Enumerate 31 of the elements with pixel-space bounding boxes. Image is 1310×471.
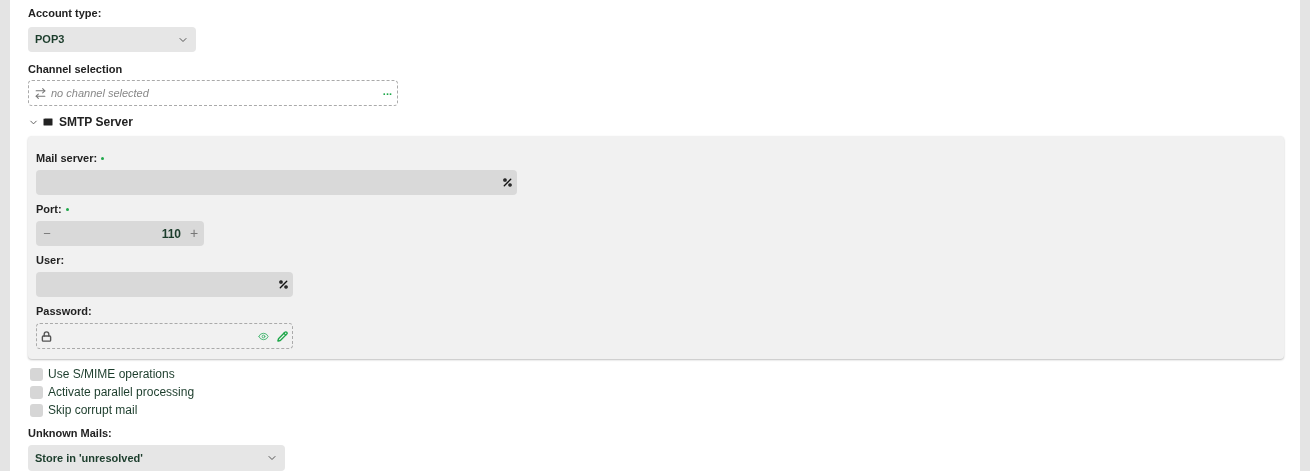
percent-icon [502, 177, 513, 188]
field-label: Password: [36, 303, 92, 319]
account-type-select[interactable]: POP3 [28, 27, 196, 52]
field-label: Mail server: [36, 150, 98, 166]
increment-button[interactable]: + [184, 223, 204, 244]
checkbox-label: Activate parallel processing [48, 384, 195, 401]
more-button[interactable]: ... [382, 85, 392, 101]
input-field[interactable] [36, 170, 517, 195]
checkbox-label: Skip corrupt mail [48, 402, 138, 419]
input-field[interactable] [36, 272, 293, 297]
section-title: SMTP Server [59, 114, 133, 131]
pencil-icon[interactable] [277, 330, 288, 342]
checkbox-label: Use S/MIME operations [48, 366, 175, 383]
checkbox[interactable] [30, 385, 43, 399]
field-label: Port: [36, 201, 62, 217]
checkbox[interactable] [30, 367, 43, 381]
input-field[interactable]: 110 [58, 224, 184, 243]
lock-icon [41, 330, 52, 342]
field-label: Channel selection [28, 61, 123, 77]
decrement-button[interactable]: − [36, 223, 58, 244]
checkbox[interactable] [30, 403, 43, 417]
field-label: Account type: [28, 5, 102, 21]
channel-field[interactable]: no channel selected ... [28, 80, 398, 106]
password-field[interactable] [36, 323, 293, 349]
eye-icon[interactable] [258, 330, 269, 342]
swap-arrows-icon [34, 86, 47, 100]
field-label: User: [36, 252, 65, 268]
channel-placeholder: no channel selected [51, 85, 150, 101]
percent-icon [278, 279, 289, 290]
field-label: Unknown Mails: [28, 425, 112, 441]
unknown-mails-select[interactable]: Store in 'unresolved' [28, 445, 285, 471]
